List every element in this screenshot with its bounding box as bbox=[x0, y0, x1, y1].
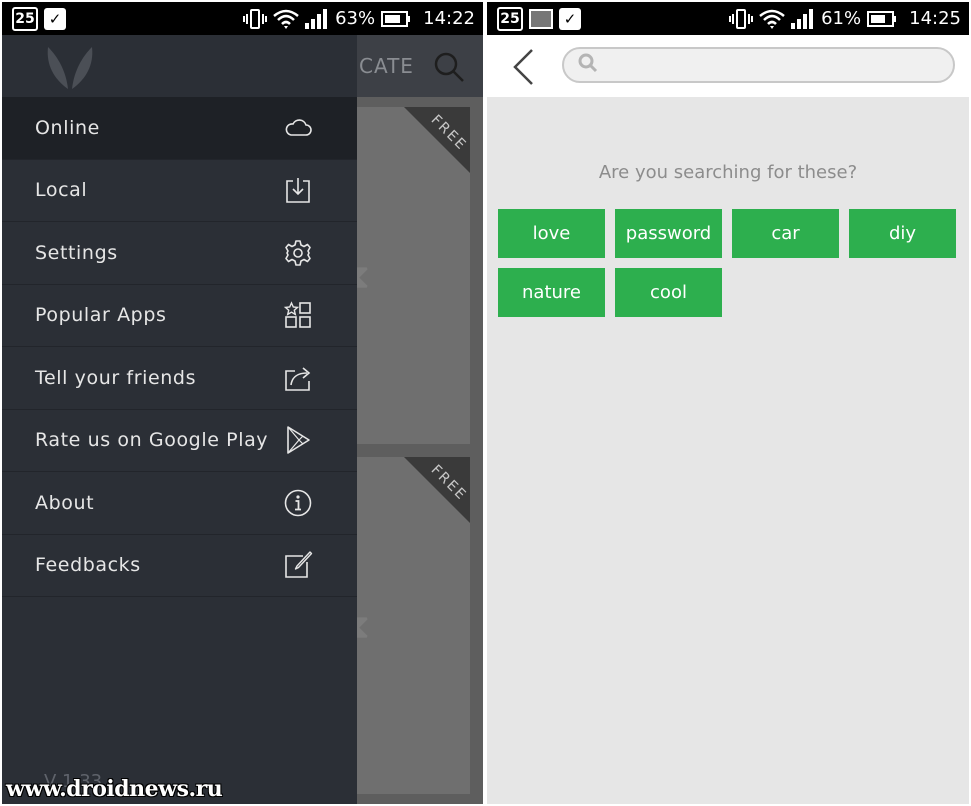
menu-item-about[interactable]: About bbox=[2, 472, 357, 535]
menu-item-online[interactable]: Online bbox=[2, 97, 357, 160]
clock: 14:25 bbox=[909, 8, 961, 29]
download-icon bbox=[283, 175, 313, 205]
cloud-icon bbox=[283, 113, 313, 143]
background-tab-label: CATE bbox=[359, 54, 414, 78]
battery-icon bbox=[381, 10, 411, 27]
signal-icon bbox=[305, 8, 329, 29]
watermark: www.droidnews.ru bbox=[6, 776, 223, 802]
play-icon bbox=[283, 425, 313, 455]
menu-item-label: Rate us on Google Play bbox=[35, 429, 269, 452]
search-toolbar bbox=[487, 35, 969, 97]
battery-icon bbox=[867, 10, 897, 27]
search-box[interactable] bbox=[562, 47, 955, 83]
status-bar: 25 ✓ 63% 14:22 bbox=[2, 2, 483, 35]
menu-item-label: About bbox=[35, 491, 95, 514]
apps-grid-icon bbox=[283, 300, 313, 330]
signal-icon bbox=[791, 8, 815, 29]
right-screen: 25 ✓ 61% 14:25 Are you searching for the… bbox=[487, 2, 969, 804]
info-icon bbox=[283, 488, 313, 518]
shopping-bag-icon: ✓ bbox=[559, 7, 581, 30]
left-screen: 25 ✓ 63% 14:22 CATE FREE ⧗ FREE ⧗ Online… bbox=[2, 2, 483, 804]
menu-item-label: Tell your friends bbox=[35, 366, 197, 389]
navigation-drawer: Online Local Settings Popular Apps Tell … bbox=[2, 35, 357, 804]
menu-item-label: Feedbacks bbox=[35, 554, 141, 577]
calendar-icon: 25 bbox=[497, 6, 523, 31]
battery-percent: 63% bbox=[335, 8, 376, 29]
app-logo bbox=[40, 43, 100, 91]
wifi-icon bbox=[759, 8, 785, 30]
search-input[interactable] bbox=[606, 56, 953, 74]
menu-item-label: Popular Apps bbox=[35, 304, 167, 327]
back-button[interactable] bbox=[503, 45, 543, 89]
vibrate-icon bbox=[243, 8, 268, 30]
menu-item-label: Settings bbox=[35, 241, 118, 264]
free-ribbon: FREE bbox=[404, 457, 470, 523]
menu-item-settings[interactable]: Settings bbox=[2, 222, 357, 285]
free-ribbon: FREE bbox=[404, 107, 470, 173]
menu-item-label: Local bbox=[35, 179, 88, 202]
suggestions-title: Are you searching for these? bbox=[598, 162, 858, 183]
gallery-icon bbox=[529, 8, 553, 29]
menu-item-local[interactable]: Local bbox=[2, 160, 357, 222]
background-card: FREE ⧗ bbox=[342, 107, 470, 444]
drawer-header bbox=[2, 35, 357, 97]
tag-car[interactable]: car bbox=[732, 209, 839, 258]
shopping-bag-icon: ✓ bbox=[44, 7, 66, 30]
edit-icon bbox=[283, 550, 313, 580]
chevron-left-icon bbox=[513, 49, 533, 85]
menu-item-rate-us[interactable]: Rate us on Google Play bbox=[2, 410, 357, 472]
tag-love[interactable]: love bbox=[498, 209, 605, 258]
tag-password[interactable]: password bbox=[615, 209, 722, 258]
menu-item-label: Online bbox=[35, 116, 100, 139]
share-icon bbox=[283, 363, 313, 393]
battery-percent: 61% bbox=[821, 8, 862, 29]
menu-item-popular-apps[interactable]: Popular Apps bbox=[2, 285, 357, 347]
status-bar: 25 ✓ 61% 14:25 bbox=[487, 2, 969, 35]
menu-item-feedbacks[interactable]: Feedbacks bbox=[2, 535, 357, 597]
tag-nature[interactable]: nature bbox=[498, 268, 605, 317]
calendar-icon: 25 bbox=[12, 6, 38, 31]
clock: 14:22 bbox=[423, 8, 475, 29]
search-icon bbox=[432, 50, 466, 84]
menu-item-tell-friends[interactable]: Tell your friends bbox=[2, 347, 357, 410]
wifi-icon bbox=[273, 8, 299, 30]
tag-cool[interactable]: cool bbox=[615, 268, 722, 317]
gear-icon bbox=[283, 238, 313, 268]
suggested-tags: love password car diy nature cool bbox=[498, 209, 958, 317]
tag-diy[interactable]: diy bbox=[849, 209, 956, 258]
vibrate-icon bbox=[729, 8, 754, 30]
search-icon bbox=[578, 53, 598, 78]
background-card: FREE ⧗ bbox=[342, 457, 470, 794]
